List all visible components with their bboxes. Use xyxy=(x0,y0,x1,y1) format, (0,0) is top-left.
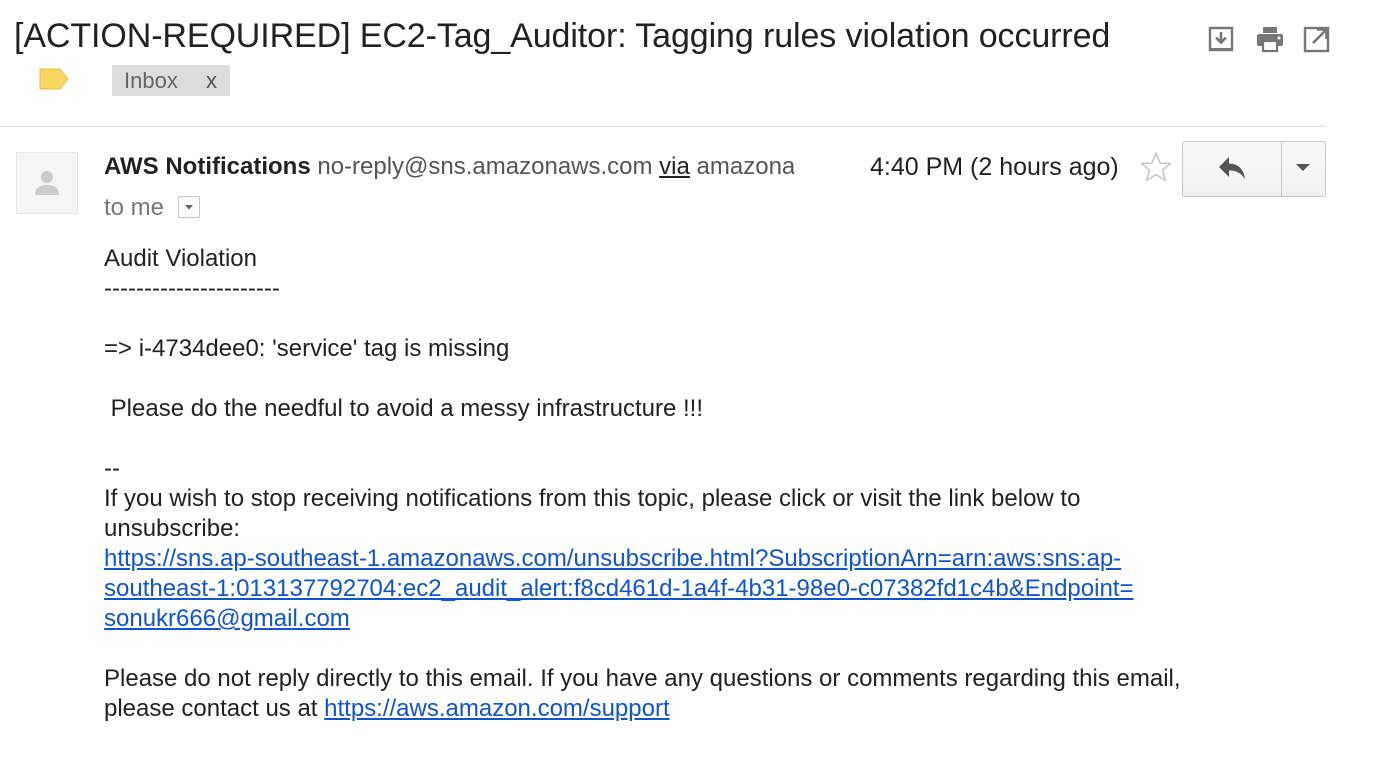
violation-line: => i-4734dee0: 'service' tag is missing xyxy=(104,335,510,362)
header-divider xyxy=(0,126,1326,127)
body-heading: Audit Violation xyxy=(104,245,257,272)
download-icon[interactable] xyxy=(1206,24,1236,54)
body-rule: ---------------------- xyxy=(104,275,280,302)
open-in-new-window-icon[interactable] xyxy=(1302,24,1332,54)
more-actions-button[interactable] xyxy=(1282,142,1325,196)
unsubscribe-text-line1: If you wish to stop receiving notificati… xyxy=(104,485,1081,512)
inbox-label-text: Inbox xyxy=(124,68,178,93)
star-icon[interactable] xyxy=(1139,150,1173,184)
signature-separator: -- xyxy=(104,455,120,482)
reply-button[interactable] xyxy=(1183,142,1282,196)
unsubscribe-text-line2: unsubscribe: xyxy=(104,515,241,542)
sender-line: AWS Notifications no-reply@sns.amazonaws… xyxy=(104,151,794,185)
noreply-text-line1: Please do not reply directly to this ema… xyxy=(104,665,1181,692)
request-line: Please do the needful to avoid a messy i… xyxy=(104,395,703,422)
unsubscribe-link-line2[interactable]: southeast-1:013137792704:ec2_audit_alert… xyxy=(104,574,1134,604)
support-link[interactable]: https://aws.amazon.com/support xyxy=(324,695,670,722)
email-timestamp: 4:40 PM (2 hours ago) xyxy=(870,153,1119,181)
chevron-down-icon xyxy=(1296,164,1310,171)
inbox-label-chip: Inbox x xyxy=(112,65,230,96)
sender-email: no-reply@sns.amazonaws.com xyxy=(317,153,653,180)
chevron-down-icon xyxy=(185,205,193,210)
unsubscribe-link-line3[interactable]: sonukr666@gmail.com xyxy=(104,604,350,634)
recipient-text: to me xyxy=(104,194,165,221)
remove-label-button[interactable]: x xyxy=(206,65,217,96)
unsubscribe-link-line1[interactable]: https://sns.ap-southeast-1.amazonaws.com… xyxy=(104,544,1121,574)
print-icon[interactable] xyxy=(1255,24,1285,54)
via-domain: amazonaws.com xyxy=(696,153,794,180)
reply-icon xyxy=(1219,157,1245,179)
email-subject: [ACTION-REQUIRED] EC2-Tag_Auditor: Taggi… xyxy=(14,17,1111,55)
noreply-text-prefix: please contact us at xyxy=(104,695,325,722)
person-icon xyxy=(35,171,59,195)
avatar xyxy=(16,152,78,214)
reply-button-group xyxy=(1182,141,1326,197)
via-link[interactable]: via xyxy=(659,153,690,180)
sender-name[interactable]: AWS Notifications xyxy=(104,153,311,180)
recipient-details-dropdown[interactable] xyxy=(178,196,200,218)
noreply-text-line2: please contact us at https://aws.amazon.… xyxy=(104,694,670,724)
label-tag-icon[interactable] xyxy=(38,66,70,92)
